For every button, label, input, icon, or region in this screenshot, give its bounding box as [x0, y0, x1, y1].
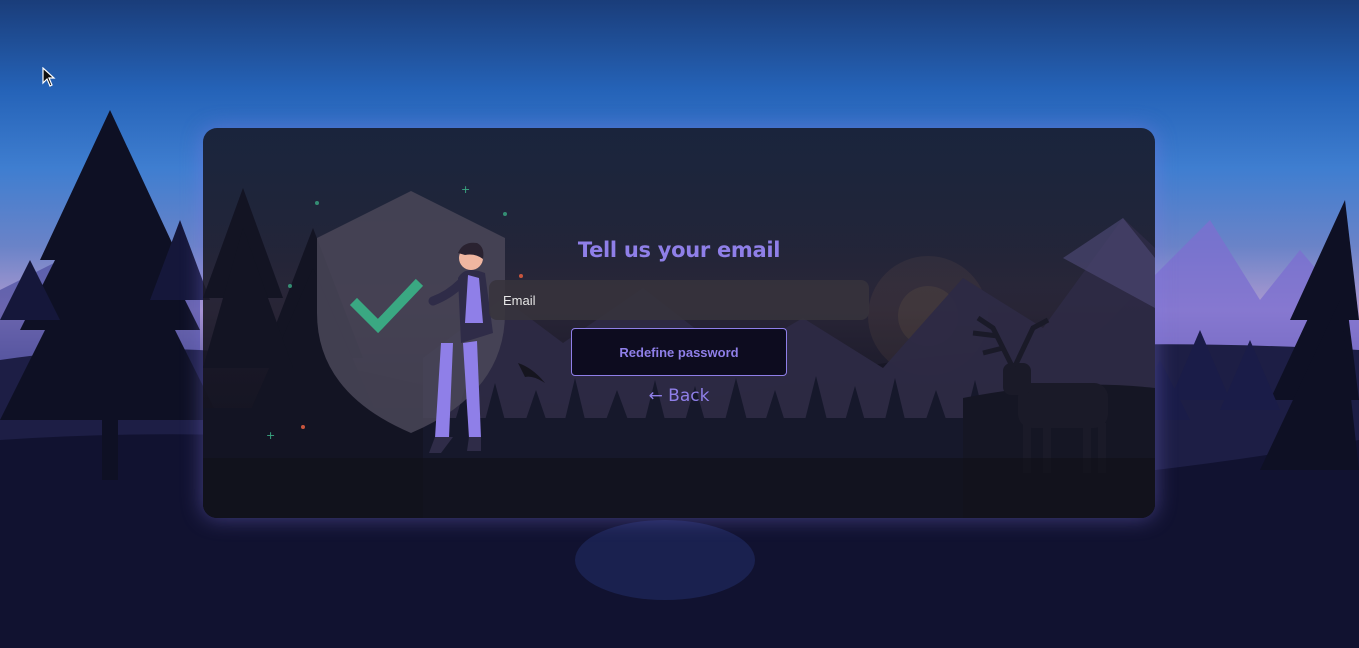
reset-password-card: + + Tell us your email Redefine password… [203, 128, 1155, 518]
email-field[interactable] [489, 280, 869, 320]
back-link[interactable]: ← Back [649, 386, 710, 406]
redefine-password-button[interactable]: Redefine password [571, 328, 787, 376]
reset-password-form: Tell us your email Redefine password ← B… [488, 238, 870, 406]
form-title: Tell us your email [577, 238, 781, 262]
svg-text:+: + [266, 429, 275, 442]
mouse-pointer-icon [42, 67, 56, 87]
svg-text:+: + [461, 183, 470, 196]
